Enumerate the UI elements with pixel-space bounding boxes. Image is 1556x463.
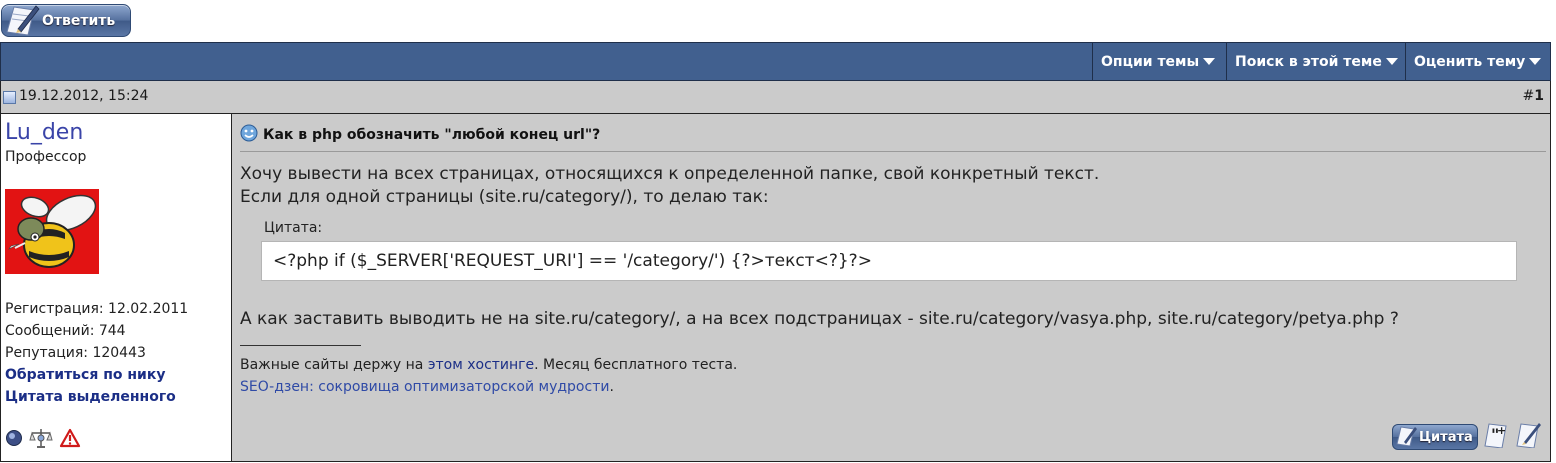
title-divider [240,151,1546,152]
quote-selected-link[interactable]: Цитата выделенного [5,386,188,408]
post-actions: Цитата " + [1392,422,1542,450]
post-title: Как в php обозначить "любой конец url"? [240,124,600,146]
user-stats: Регистрация: 12.02.2011 Сообщений: 744 Р… [5,298,188,408]
message-line: Хочу вывести на всех страницах, относящи… [240,164,1100,184]
signature-text: . Месяц бесплатного теста. [534,357,738,373]
post-message: Хочу вывести на всех страницах, относящи… [240,163,1099,209]
signature-divider [240,345,361,346]
quote-button-label: Цитата [1419,429,1473,445]
search-thread-menu[interactable]: Поиск в этой теме [1226,43,1405,80]
user-title: Профессор [5,149,87,165]
reply-button[interactable]: Ответить [1,4,131,37]
report-warning-icon[interactable] [59,428,81,452]
user-reputation: Репутация: 120443 [5,345,146,361]
chevron-down-icon [1385,58,1398,65]
multiquote-button[interactable]: " + [1482,422,1510,450]
signature: Важные сайты держу на этом хостинге. Мес… [240,354,737,398]
quote-label: Цитата: [264,220,323,236]
signature-line-2: SEO-дзен: сокровища оптимизаторской мудр… [240,376,737,398]
signature-text: . [609,379,614,395]
quote-block: <?php if ($_SERVER['REQUEST_URI'] == '/c… [261,241,1517,281]
user-info-panel: Lu_den Профессор Регистрация: 12.02.2011… [0,114,232,462]
reputation-scales-icon[interactable] [29,427,53,453]
signature-line-1: Важные сайты держу на этом хостинге. Мес… [240,354,737,376]
quick-reply-icon [1514,420,1542,452]
user-icons [5,427,81,453]
seo-zen-link[interactable]: SEO-дзен: сокровища оптимизаторской мудр… [240,379,609,395]
thread-options-label: Опции темы [1101,53,1200,70]
post-date: 19.12.2012, 15:24 [19,88,149,104]
post-number: 1 [1534,88,1544,104]
signature-text: Важные сайты держу на [240,357,428,373]
chevron-down-icon [1203,58,1216,65]
user-messages: Сообщений: 744 [5,323,126,339]
rate-thread-label: Оценить тему [1414,53,1526,70]
thread-options-menu[interactable]: Опции темы [1092,43,1225,80]
post-header: 19.12.2012, 15:24 #1 [0,81,1551,114]
smile-icon [240,124,258,146]
multiquote-icon: " + [1482,420,1510,452]
pencil-paper-icon [2,4,42,37]
quote-button[interactable]: Цитата [1392,424,1478,450]
user-registration: Регистрация: 12.02.2011 [5,301,189,317]
reply-button-label: Ответить [42,12,116,29]
message-line: Если для одной страницы (site.ru/categor… [240,187,769,207]
chevron-down-icon [1529,58,1542,65]
username-link[interactable]: Lu_den [5,120,83,145]
avatar[interactable] [5,189,99,274]
svg-text:+: + [1497,424,1506,437]
post-title-text: Как в php обозначить "любой конец url"? [263,127,601,143]
post-number-link[interactable]: #1 [1523,88,1544,104]
message-line: А как заставить выводить не на site.ru/c… [240,309,1399,329]
hosting-link[interactable]: этом хостинге [428,357,534,373]
post-body: Как в php обозначить "любой конец url"? … [232,114,1551,462]
post-icon [3,91,16,104]
address-by-nick-link[interactable]: Обратиться по нику [5,364,188,386]
thread-toolbar: Опции темы Поиск в этой теме Оценить тем… [0,42,1551,81]
quick-reply-button[interactable] [1514,422,1542,450]
post-number-prefix: # [1522,88,1535,104]
rate-thread-menu[interactable]: Оценить тему [1405,43,1550,80]
search-thread-label: Поиск в этой теме [1235,53,1382,70]
offline-status-icon [5,429,23,451]
quote-icon [1395,424,1417,450]
